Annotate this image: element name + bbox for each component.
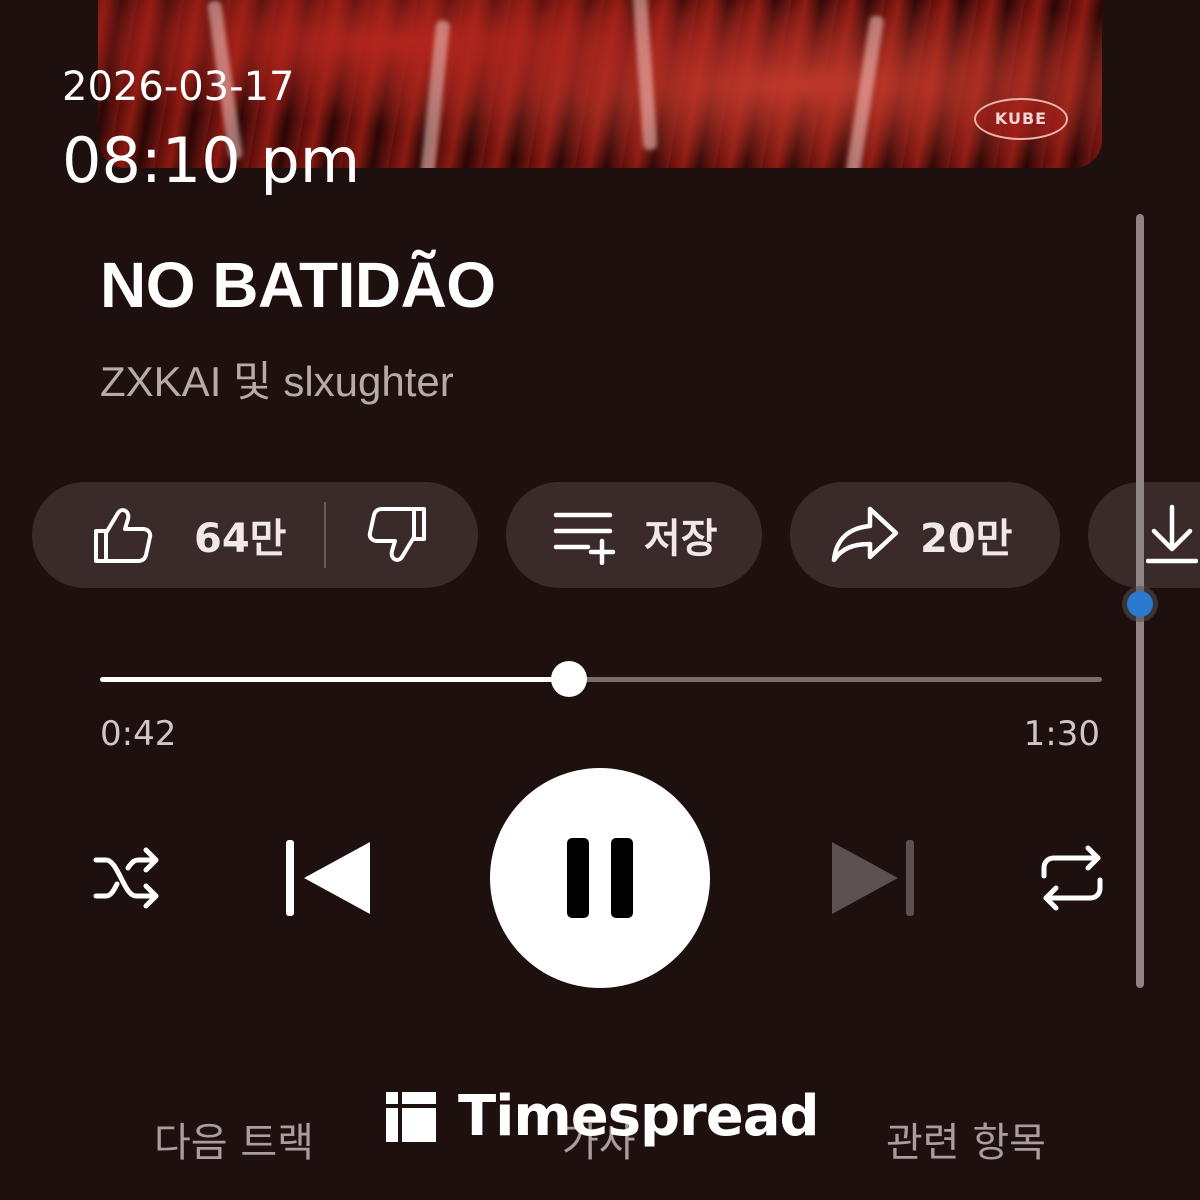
save-label: 저장	[644, 516, 718, 562]
next-icon[interactable]	[828, 838, 918, 918]
progress-knob[interactable]	[550, 661, 587, 697]
elapsed-time: 0:42	[100, 714, 177, 754]
like-count: 64만	[194, 516, 287, 562]
song-artist[interactable]: ZXKAI 및 slxughter	[100, 348, 454, 409]
album-logo-badge: KUBE	[974, 98, 1068, 140]
watermark: Timespread	[386, 1084, 820, 1149]
watermark-logo-icon	[386, 1091, 436, 1142]
thumbs-down-icon[interactable]	[366, 503, 430, 567]
download-button[interactable]	[1088, 482, 1200, 588]
pause-button[interactable]	[490, 768, 710, 988]
status-time: 08:10 pm	[62, 124, 361, 197]
pause-icon	[565, 836, 635, 920]
share-icon	[830, 503, 900, 567]
song-title: NO BATIDÃO	[100, 249, 496, 321]
like-dislike-chip: 64만	[32, 482, 478, 588]
shuffle-icon[interactable]	[92, 842, 164, 914]
previous-icon[interactable]	[284, 838, 374, 918]
thumbs-up-icon[interactable]	[90, 503, 154, 567]
tab-related[interactable]: 관련 항목	[886, 1110, 1046, 1168]
scroll-thumb[interactable]	[1122, 586, 1158, 622]
chip-divider	[324, 502, 327, 568]
share-count: 20만	[920, 516, 1013, 562]
download-icon	[1146, 503, 1198, 567]
share-button[interactable]: 20만	[790, 482, 1060, 588]
watermark-text: Timespread	[458, 1084, 820, 1149]
progress-bar[interactable]	[100, 661, 1102, 697]
status-date: 2026-03-17	[62, 64, 295, 110]
progress-fill	[100, 677, 569, 682]
repeat-icon[interactable]	[1036, 842, 1108, 914]
playlist-add-icon	[552, 505, 616, 565]
total-time: 1:30	[1023, 714, 1100, 754]
save-button[interactable]: 저장	[506, 482, 762, 588]
tab-up-next[interactable]: 다음 트랙	[154, 1110, 314, 1168]
